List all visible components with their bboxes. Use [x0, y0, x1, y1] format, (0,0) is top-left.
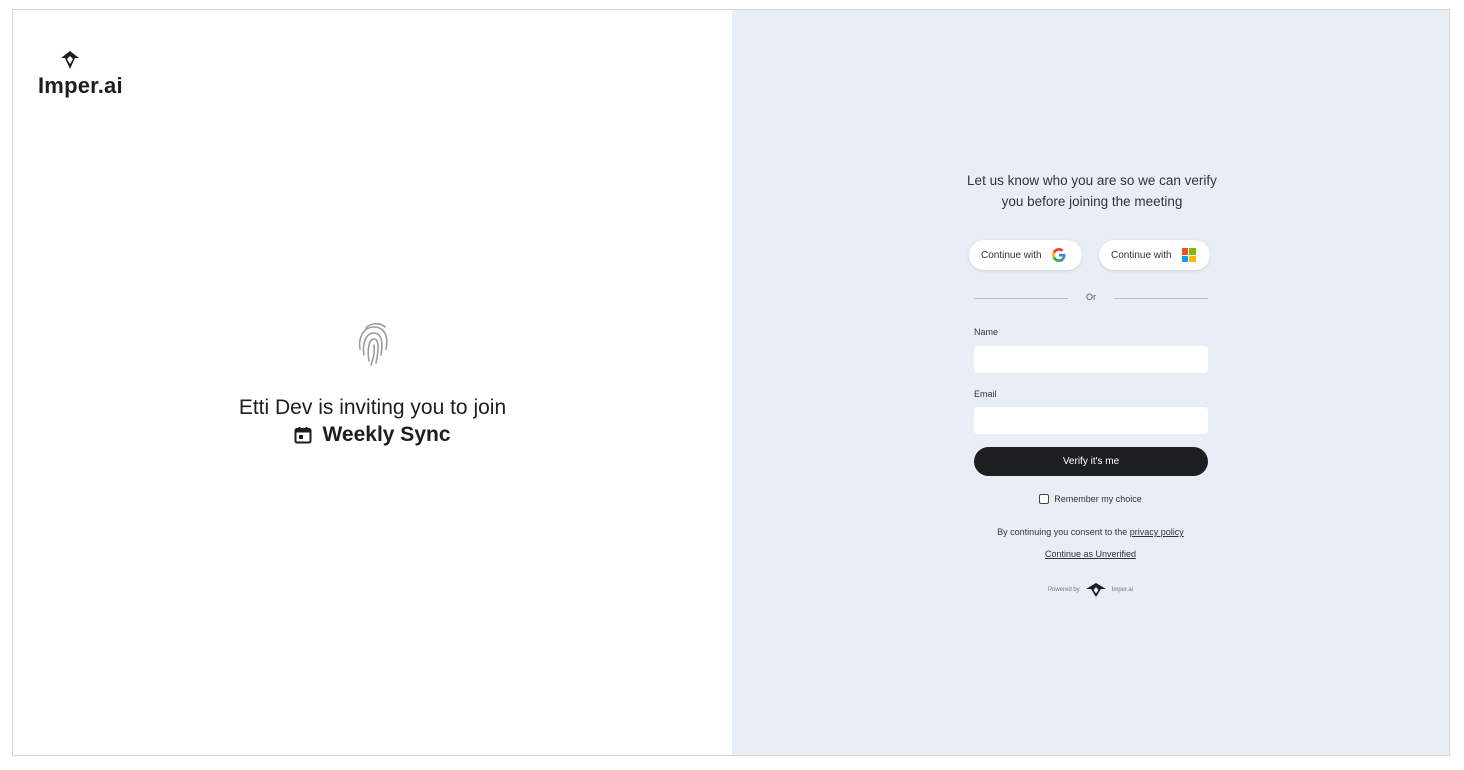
powered-by-brand: Imper.ai: [1111, 587, 1134, 593]
meeting-name: Weekly Sync: [322, 423, 451, 446]
google-icon: [1051, 248, 1066, 262]
remember-label[interactable]: Remember my choice: [1054, 494, 1142, 504]
powered-by-prefix: Powered by: [1047, 587, 1080, 593]
email-input[interactable]: [974, 407, 1208, 434]
sso-buttons: Continue with Continue with: [969, 240, 1210, 270]
email-label: Email: [974, 389, 997, 399]
continue-with-microsoft-button[interactable]: Continue with: [1099, 240, 1210, 270]
left-panel: Imper.ai Etti Dev is inviting you to joi…: [13, 10, 732, 755]
remember-choice: Remember my choice: [732, 494, 1449, 504]
or-divider: Or: [974, 292, 1208, 304]
intro-text: Let us know who you are so we can verify…: [967, 173, 1217, 209]
divider-line-right: [1114, 298, 1208, 299]
right-panel: Let us know who you are so we can verify…: [732, 10, 1449, 755]
shield-mask-icon: [1085, 583, 1106, 597]
unverified-container: Continue as Unverified: [732, 549, 1449, 559]
name-label: Name: [974, 327, 999, 337]
consent-text: By continuing you consent to the privacy…: [732, 527, 1449, 537]
logo-text: Imper.ai: [38, 73, 123, 98]
microsoft-icon: [1181, 248, 1196, 262]
fingerprint-icon: [358, 322, 388, 366]
verify-button[interactable]: Verify it's me: [974, 447, 1208, 476]
divider-or-text: Or: [1086, 292, 1096, 302]
powered-by: Powered by Imper.ai: [732, 582, 1449, 598]
google-button-label: Continue with: [981, 249, 1042, 261]
calendar-icon: [294, 427, 312, 444]
name-input[interactable]: [974, 346, 1208, 373]
meeting-title: Weekly Sync: [13, 423, 732, 447]
continue-unverified-link[interactable]: Continue as Unverified: [1045, 549, 1136, 559]
consent-prefix: By continuing you consent to the: [997, 527, 1128, 537]
brand-logo: Imper.ai: [38, 50, 128, 100]
remember-checkbox[interactable]: [1039, 494, 1050, 504]
shield-mask-icon: [61, 51, 79, 69]
invite-text: Etti Dev is inviting you to join: [238, 396, 507, 419]
privacy-policy-link[interactable]: privacy policy: [1130, 527, 1184, 537]
microsoft-button-label: Continue with: [1111, 249, 1172, 261]
page-frame: Imper.ai Etti Dev is inviting you to joi…: [12, 9, 1450, 756]
continue-with-google-button[interactable]: Continue with: [969, 240, 1082, 270]
